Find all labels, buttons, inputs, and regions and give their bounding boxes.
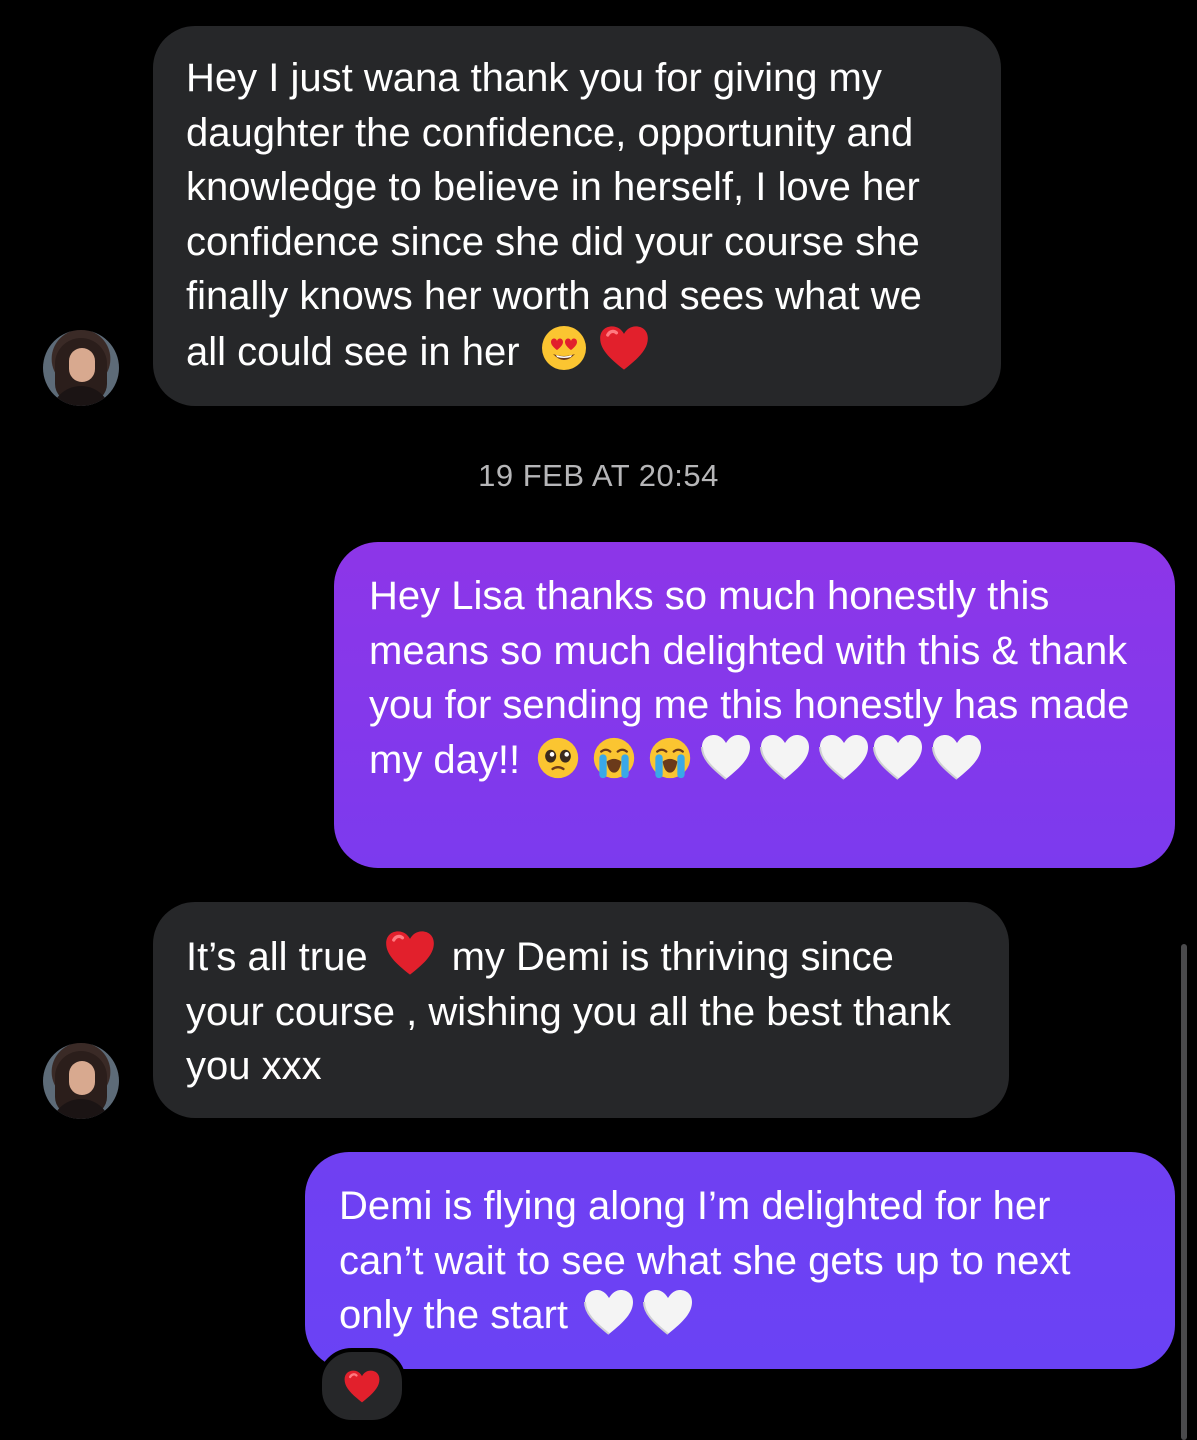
sender-avatar[interactable] — [43, 330, 119, 406]
heart-eyes-icon — [538, 324, 590, 372]
white-heart-icon — [641, 1288, 695, 1336]
pleading-face-icon — [534, 736, 582, 780]
message-text: Hey Lisa thanks so much honestly this me… — [369, 574, 1141, 782]
white-heart-icon — [817, 733, 871, 781]
message-bubble-outgoing[interactable]: Demi is flying along I’m delighted for h… — [305, 1152, 1175, 1369]
white-heart-icon — [930, 733, 984, 781]
message-bubble-incoming[interactable]: It’s all true my Demi is thriving since y… — [153, 902, 1009, 1118]
message-bubble-outgoing[interactable]: Hey Lisa thanks so much honestly this me… — [334, 542, 1175, 868]
white-heart-icon — [758, 733, 812, 781]
white-heart-icon — [699, 733, 753, 781]
white-heart-icon — [582, 1288, 636, 1336]
crying-face-icon — [646, 736, 694, 780]
scrollbar[interactable] — [1181, 944, 1187, 1440]
crying-face-icon — [590, 736, 638, 780]
white-heart-icon — [871, 733, 925, 781]
message-text: Demi is flying along I’m delighted for h… — [339, 1184, 1082, 1337]
red-heart-icon — [598, 324, 650, 372]
red-heart-icon — [384, 929, 436, 977]
sender-avatar[interactable] — [43, 1043, 119, 1119]
message-reaction[interactable] — [318, 1348, 406, 1424]
red-heart-icon — [343, 1369, 381, 1404]
message-text: It’s all true — [186, 935, 368, 979]
message-bubble-incoming[interactable]: Hey I just wana thank you for giving my … — [153, 26, 1001, 406]
message-timestamp: 19 FEB AT 20:54 — [478, 458, 719, 493]
avatar-face — [69, 1061, 95, 1095]
avatar-face — [69, 348, 95, 382]
